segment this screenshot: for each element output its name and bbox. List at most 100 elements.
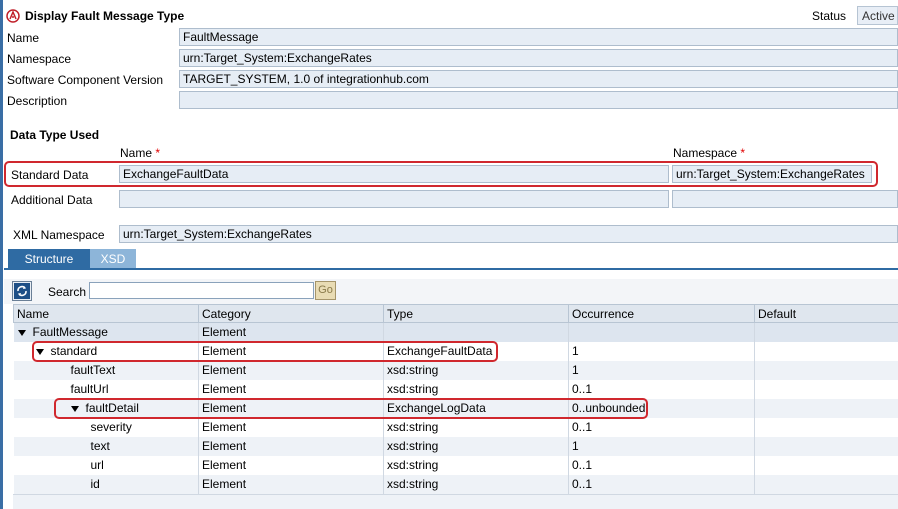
status-value: Active <box>857 6 898 25</box>
column-header-type[interactable]: Type <box>383 304 569 323</box>
tree-cell-name: FaultMessage <box>13 322 199 342</box>
tab-underline <box>4 268 898 270</box>
status-label: Status <box>812 9 847 23</box>
tree-cell-occurrence: 1 <box>568 436 755 456</box>
tree-cell-default <box>754 341 898 361</box>
tree-cell-text: xsd:string <box>387 477 439 491</box>
tree-row[interactable]: severity Element xsd:string 0..1 <box>13 417 898 437</box>
tree-cell-text: 1 <box>572 344 579 358</box>
search-label: Search <box>48 285 87 299</box>
tree-cell-text: 0..1 <box>572 420 593 434</box>
namespace-field[interactable]: urn:Target_System:ExchangeRates <box>179 49 898 67</box>
tree-cell-default <box>754 474 898 494</box>
data-type-used-title: Data Type Used <box>10 128 100 142</box>
tree-cell-type: xsd:string <box>383 455 569 475</box>
namespace-label: Namespace <box>7 52 72 66</box>
title-bar: Display Fault Message Type <box>6 6 184 26</box>
tree-cell-text: Element <box>202 477 247 491</box>
tree-cell-category: Element <box>198 379 384 399</box>
additional-data-label: Additional Data <box>11 193 93 207</box>
column-header-default[interactable]: Default <box>754 304 898 323</box>
fault-message-icon <box>6 9 20 23</box>
tree-row[interactable]: faultText Element xsd:string 1 <box>13 360 898 380</box>
tree-cell-text: url <box>90 458 104 472</box>
xml-namespace-field[interactable]: urn:Target_System:ExchangeRates <box>119 225 898 243</box>
tree-cell-text: 0..1 <box>572 382 593 396</box>
tree-cell-occurrence: 0..1 <box>568 417 755 437</box>
tree-cell-type: xsd:string <box>383 474 569 494</box>
tree-cell-text: 0..1 <box>572 477 593 491</box>
tree-cell-default <box>754 455 898 475</box>
tree-cell-text: Element <box>202 439 247 453</box>
tree-cell-default <box>754 417 898 437</box>
tree-cell-text: 1 <box>572 439 579 453</box>
description-field[interactable] <box>179 91 898 109</box>
tree-cell-text: xsd:string <box>387 420 439 434</box>
tree-cell-default <box>754 322 898 342</box>
tree-cell-category: Element <box>198 360 384 380</box>
column-header-name[interactable]: Name <box>13 304 199 323</box>
tree-cell-text: Element <box>202 458 247 472</box>
expand-triangle-icon[interactable] <box>17 330 26 337</box>
standard-data-namespace-field[interactable]: urn:Target_System:ExchangeRates <box>672 165 872 183</box>
tree-cell-name: url <box>13 455 199 475</box>
tab-structure[interactable]: Structure <box>8 249 90 269</box>
tree-cell-type: xsd:string <box>383 417 569 437</box>
column-header-category[interactable]: Category <box>198 304 384 323</box>
standard-data-label: Standard Data <box>11 168 89 182</box>
tree-cell-category: Element <box>198 322 384 342</box>
tree-cell-category: Element <box>198 417 384 437</box>
standard-row-highlight <box>32 341 498 362</box>
tree-cell-type: xsd:string <box>383 379 569 399</box>
tree-cell-text: Element <box>202 420 247 434</box>
tree-cell-default <box>754 379 898 399</box>
refresh-button[interactable] <box>12 281 32 301</box>
namespace-column-header: Namespace * <box>673 146 746 160</box>
additional-data-name-field[interactable] <box>119 190 669 208</box>
tree-row[interactable]: FaultMessage Element <box>13 322 898 342</box>
required-marker: * <box>155 146 161 160</box>
tree-row[interactable]: url Element xsd:string 0..1 <box>13 455 898 475</box>
tree-cell-text: Element <box>202 363 247 377</box>
tree-cell-occurrence <box>568 322 755 342</box>
tree-cell-default <box>754 436 898 456</box>
tab-bar: Structure XSD <box>4 249 898 269</box>
tree-cell-text: faultUrl <box>70 382 109 396</box>
tree-cell-text: 0..1 <box>572 458 593 472</box>
swcv-label: Software Component Version <box>7 73 164 87</box>
tree-cell-text: Element <box>202 382 247 396</box>
go-button[interactable]: Go <box>315 281 336 300</box>
tree-cell-text: faultText <box>70 363 116 377</box>
tree-row[interactable]: text Element xsd:string 1 <box>13 436 898 456</box>
tree-cell-category: Element <box>198 474 384 494</box>
tree-cell-occurrence: 1 <box>568 360 755 380</box>
tree-cell-text: 1 <box>572 363 579 377</box>
tree-cell-category: Element <box>198 455 384 475</box>
tree-cell-type: xsd:string <box>383 360 569 380</box>
tree-cell-text: xsd:string <box>387 363 439 377</box>
fault-detail-row-highlight <box>54 398 648 419</box>
tree-cell-text: xsd:string <box>387 439 439 453</box>
xml-namespace-label: XML Namespace <box>13 228 105 242</box>
tree-cell-name: id <box>13 474 199 494</box>
name-field[interactable]: FaultMessage <box>179 28 898 46</box>
tree-row[interactable]: faultUrl Element xsd:string 0..1 <box>13 379 898 399</box>
additional-data-namespace-field[interactable] <box>672 190 898 208</box>
tree-cell-text: severity <box>90 420 132 434</box>
search-input[interactable] <box>89 282 314 299</box>
tree-cell-text: id <box>90 477 100 491</box>
column-header-occurrence[interactable]: Occurrence <box>568 304 755 323</box>
standard-data-name-field[interactable]: ExchangeFaultData <box>119 165 669 183</box>
tree-cell-default <box>754 398 898 418</box>
swcv-field[interactable]: TARGET_SYSTEM, 1.0 of integrationhub.com <box>179 70 898 88</box>
tree-row[interactable]: id Element xsd:string 0..1 <box>13 474 898 494</box>
tree-cell-occurrence: 0..1 <box>568 455 755 475</box>
tree-cell-name: faultText <box>13 360 199 380</box>
tree-cell-default <box>754 360 898 380</box>
name-label: Name <box>7 31 40 45</box>
description-label: Description <box>7 94 68 108</box>
tab-xsd[interactable]: XSD <box>90 249 136 269</box>
tree-footer <box>13 494 898 509</box>
tree-cell-name: severity <box>13 417 199 437</box>
tree-cell-type <box>383 322 569 342</box>
